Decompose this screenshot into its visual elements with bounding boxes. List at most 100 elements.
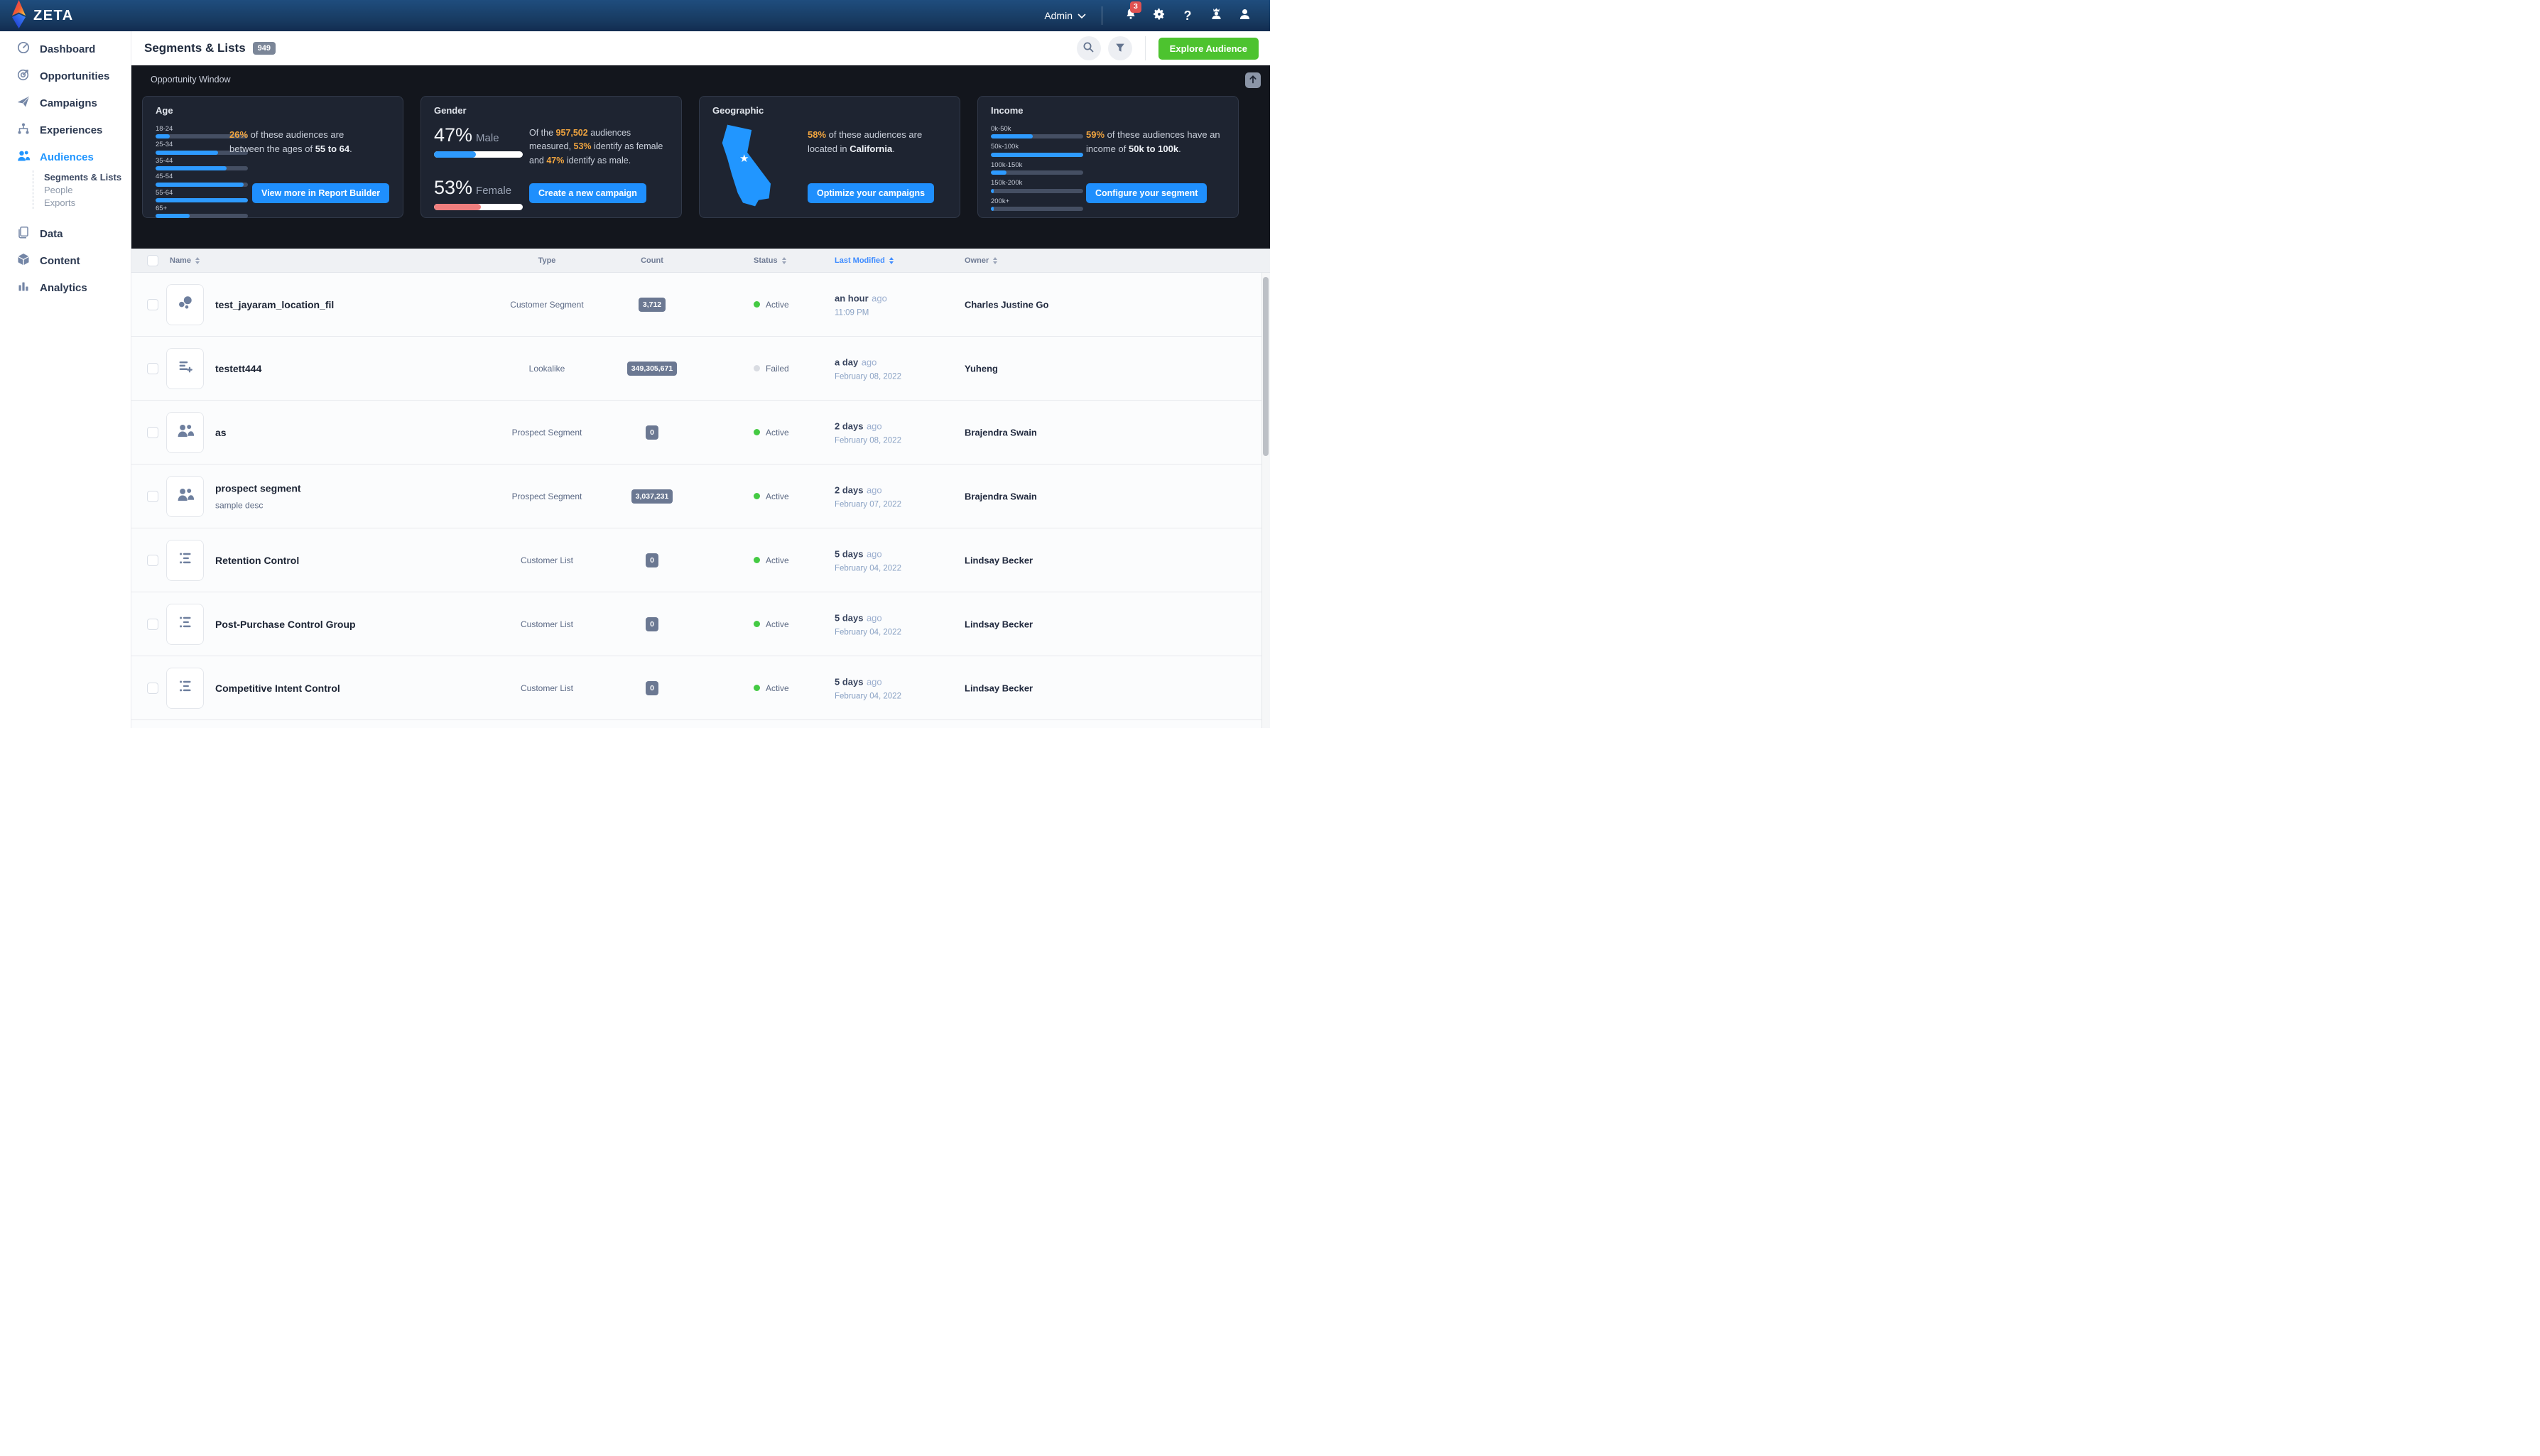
configure-segment-button[interactable]: Configure your segment xyxy=(1086,183,1207,203)
row-checkbox[interactable] xyxy=(147,426,158,438)
sidebar-item-audiences[interactable]: Audiences xyxy=(0,143,131,170)
column-header-last-modified[interactable]: Last Modified xyxy=(835,256,894,265)
subnav-item-exports[interactable]: Exports xyxy=(44,196,131,209)
user-icon xyxy=(1237,6,1252,25)
table-row[interactable]: prospect segment sample desc Prospect Se… xyxy=(131,464,1270,528)
notifications-button[interactable]: 3 xyxy=(1119,1,1143,28)
people-icon xyxy=(176,421,195,443)
opportunity-window-label: Opportunity Window xyxy=(151,75,231,85)
list-icon xyxy=(176,613,195,635)
row-checkbox[interactable] xyxy=(147,490,158,502)
select-all-checkbox[interactable] xyxy=(147,254,158,266)
zeta-diamond-icon xyxy=(11,0,27,32)
segment-name[interactable]: testett444 xyxy=(215,363,435,374)
list-add-icon xyxy=(176,357,195,379)
status-cell: Active xyxy=(754,619,789,629)
top-navbar: ZETA Admin 3 ? xyxy=(0,0,1270,31)
subnav-item-segments-lists[interactable]: Segments & Lists xyxy=(44,170,131,183)
row-checkbox[interactable] xyxy=(147,618,158,630)
segment-name[interactable]: Post-Purchase Control Group xyxy=(215,619,435,630)
filter-button[interactable] xyxy=(1107,36,1132,60)
age-insight-text: 26% of these audiences are between the a… xyxy=(229,129,352,155)
gender-card-title: Gender xyxy=(434,105,467,116)
owner-cell: Yuheng xyxy=(965,363,998,374)
table-row[interactable]: Competitive Intent Control Customer List… xyxy=(131,656,1270,720)
help-button[interactable]: ? xyxy=(1176,4,1200,28)
report-builder-button[interactable]: View more in Report Builder xyxy=(252,183,390,203)
sidebar-item-campaigns[interactable]: Campaigns xyxy=(0,89,131,116)
explore-audience-button[interactable]: Explore Audience xyxy=(1158,37,1259,60)
segment-name[interactable]: test_jayaram_location_fil xyxy=(215,299,435,310)
sidebar-item-data[interactable]: Data xyxy=(0,220,131,247)
settings-button[interactable] xyxy=(1147,4,1171,28)
income-bar-label: 50k-100k xyxy=(991,143,1019,151)
age-card: Age 18-24 25-34 35-44 45-54 55-64 65+ 26… xyxy=(142,96,403,219)
status-label: Active xyxy=(766,299,789,310)
audiences-subnav: Segments & Lists People Exports xyxy=(33,170,131,209)
segment-name[interactable]: prospect segment xyxy=(215,482,435,494)
star-icon: ★ xyxy=(739,153,749,165)
row-checkbox[interactable] xyxy=(147,554,158,566)
documents-icon xyxy=(16,225,31,243)
admin-menu[interactable]: Admin xyxy=(1044,10,1086,21)
sidebar-item-analytics[interactable]: Analytics xyxy=(0,274,131,301)
column-header-owner[interactable]: Owner xyxy=(965,256,998,265)
create-campaign-button[interactable]: Create a new campaign xyxy=(529,183,646,203)
list-icon xyxy=(176,549,195,571)
table-row[interactable]: test_jayaram_location_fil Customer Segme… xyxy=(131,273,1270,337)
status-dot xyxy=(754,685,760,691)
column-header-name[interactable]: Name xyxy=(170,256,200,265)
owner-cell: Lindsay Becker xyxy=(965,555,1033,565)
table-row[interactable]: Post-Purchase Control Group Customer Lis… xyxy=(131,592,1270,656)
sidebar-item-opportunities[interactable]: Opportunities xyxy=(0,63,131,89)
status-label: Active xyxy=(766,619,789,629)
optimize-campaigns-button[interactable]: Optimize your campaigns xyxy=(808,183,935,203)
status-dot xyxy=(754,429,760,435)
segment-name[interactable]: as xyxy=(215,427,435,438)
filter-funnel-icon xyxy=(1114,42,1126,55)
income-card-title: Income xyxy=(991,105,1024,116)
segment-icon-tile xyxy=(166,539,204,581)
status-dot xyxy=(754,621,760,627)
gender-card: Gender 47% Male 53% Female Of the 957,502 … xyxy=(420,96,682,218)
page-header: Segments & Lists 949 Explore Audience xyxy=(131,31,1270,65)
brand-text: ZETA xyxy=(33,7,74,23)
zeta-logo[interactable]: ZETA xyxy=(11,0,74,32)
scrollbar-thumb[interactable] xyxy=(1263,277,1269,456)
segment-description: sample desc xyxy=(215,500,264,510)
segment-icon-tile xyxy=(166,283,204,325)
geographic-card: Geographic ★ 58% of these audiences are … xyxy=(699,96,960,218)
table-row[interactable]: as Prospect Segment 0 Active 2 days ago … xyxy=(131,401,1270,464)
header-divider xyxy=(1144,36,1146,60)
male-stat: 47% Male xyxy=(434,124,526,158)
table-row[interactable]: Retention Control Customer List 0 Active… xyxy=(131,528,1270,592)
status-cell: Active xyxy=(754,428,789,438)
row-checkbox[interactable] xyxy=(147,682,158,694)
search-button[interactable] xyxy=(1076,36,1101,60)
admin-label: Admin xyxy=(1044,10,1073,21)
sidebar-item-dashboard[interactable]: Dashboard xyxy=(0,36,131,63)
sidebar-item-content[interactable]: Content xyxy=(0,247,131,274)
income-insight-text: 59% of these audiences have an income of… xyxy=(1086,129,1220,155)
count-badge: 3,712 xyxy=(638,297,666,312)
sidebar-item-experiences[interactable]: Experiences xyxy=(0,116,131,143)
column-header-status[interactable]: Status xyxy=(754,256,786,265)
collapse-panel-button[interactable] xyxy=(1245,72,1261,88)
subnav-item-people[interactable]: People xyxy=(44,183,131,196)
admin-user-button[interactable] xyxy=(1204,4,1228,28)
segment-name[interactable]: Retention Control xyxy=(215,555,435,566)
owner-cell: Lindsay Becker xyxy=(965,619,1033,629)
row-checkbox[interactable] xyxy=(147,298,158,310)
owner-cell: Lindsay Becker xyxy=(965,683,1033,693)
status-label: Active xyxy=(766,555,789,565)
row-checkbox[interactable] xyxy=(147,362,158,374)
list-icon xyxy=(176,677,195,699)
user-profile-button[interactable] xyxy=(1232,4,1257,28)
sort-icon xyxy=(781,256,786,264)
geographic-insight-text: 58% of these audiences are located in Ca… xyxy=(808,129,923,155)
table-row[interactable]: testett444 Lookalike 349,305,671 Failed … xyxy=(131,337,1270,401)
count-badge: 0 xyxy=(646,680,658,695)
segment-name[interactable]: Competitive Intent Control xyxy=(215,683,435,694)
age-bar-fill xyxy=(156,166,227,171)
column-header-count[interactable]: Count xyxy=(600,256,704,265)
